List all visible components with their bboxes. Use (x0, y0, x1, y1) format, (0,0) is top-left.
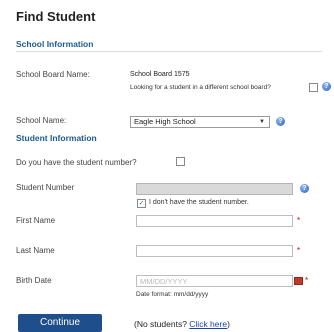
last-name-input[interactable] (136, 245, 293, 257)
student-number-label: Student Number (16, 183, 75, 192)
page-title: Find Student (16, 9, 96, 24)
birth-date-input[interactable]: MM/DD/YYYY (136, 275, 293, 287)
no-students-suffix: ) (227, 319, 230, 329)
birth-date-placeholder: MM/DD/YYYY (140, 277, 188, 286)
school-name-value: Eagle High School (134, 117, 196, 126)
help-icon[interactable]: ? (276, 117, 285, 126)
dont-have-number-text: I don't have the student number. (149, 199, 249, 206)
have-student-number-checkbox[interactable] (176, 157, 185, 166)
student-info-heading: Student Information (16, 133, 97, 143)
different-board-checkbox[interactable] (309, 83, 318, 92)
help-icon[interactable]: ? (300, 184, 309, 193)
dont-have-number-checkbox[interactable]: ✓ (137, 199, 146, 208)
required-marker: * (297, 246, 301, 255)
birth-date-label: Birth Date (16, 276, 52, 285)
school-name-label: School Name: (16, 116, 67, 125)
no-students-text: (No students? Click here) (134, 319, 230, 329)
help-icon[interactable]: ? (322, 82, 331, 91)
required-marker: * (305, 276, 309, 285)
have-student-number-text: Do you have the student number? (16, 158, 137, 167)
school-board-value: School Board 1575 (130, 71, 190, 78)
school-name-select[interactable]: Eagle High School ▼ (130, 116, 270, 128)
first-name-input[interactable] (136, 215, 293, 227)
student-number-input[interactable] (136, 183, 293, 195)
calendar-icon[interactable] (294, 277, 303, 285)
date-format-text: Date format: mm/dd/yyyy (136, 291, 209, 298)
last-name-label: Last Name (16, 246, 55, 255)
continue-button[interactable]: Continue (18, 314, 102, 332)
school-info-heading: School Information (16, 39, 94, 49)
different-board-text: Looking for a student in a different sch… (130, 84, 271, 91)
click-here-link[interactable]: Click here (189, 319, 227, 329)
school-info-divider (16, 51, 322, 52)
school-board-label: School Board Name: (16, 70, 90, 79)
required-marker: * (297, 216, 301, 225)
no-students-prefix: (No students? (134, 319, 190, 329)
first-name-label: First Name (16, 216, 56, 225)
chevron-down-icon: ▼ (259, 119, 265, 125)
